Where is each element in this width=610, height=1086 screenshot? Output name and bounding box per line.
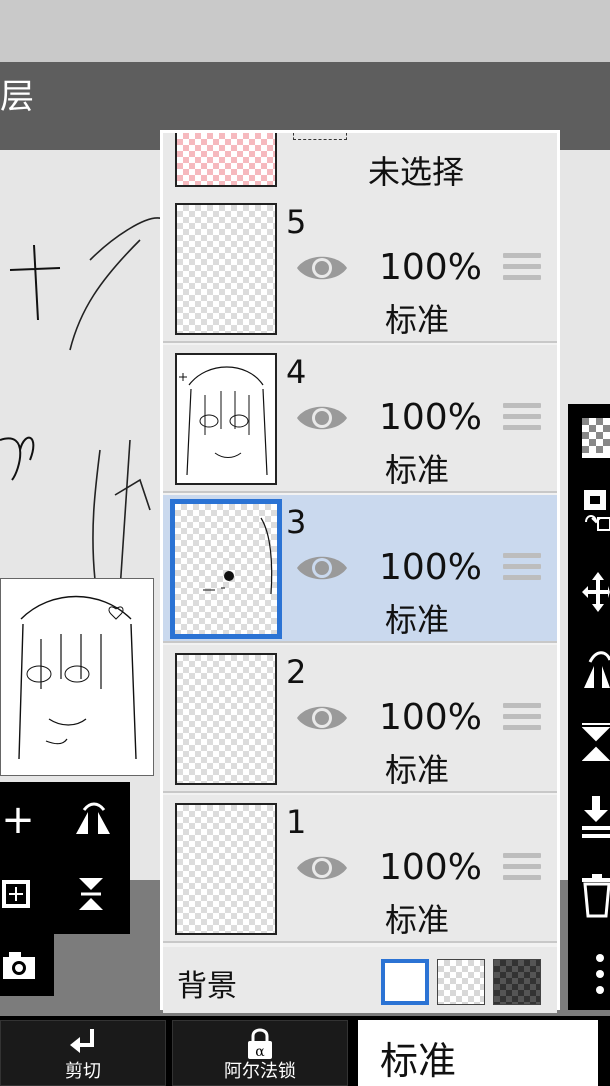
alpha-lock-label: 阿尔法锁 bbox=[224, 1061, 296, 1082]
layer-opacity[interactable]: 100% bbox=[379, 697, 482, 738]
layer-opacity[interactable]: 100% bbox=[379, 547, 482, 588]
layer-row-5[interactable]: 5 100% 标准 bbox=[163, 195, 557, 343]
layer-thumbnail bbox=[170, 499, 282, 639]
drag-handle-icon[interactable] bbox=[503, 553, 541, 585]
layer-number: 1 bbox=[286, 803, 307, 841]
blend-mode-selector[interactable]: 标准 bbox=[356, 1020, 598, 1086]
eye-icon[interactable] bbox=[295, 851, 349, 885]
status-bar bbox=[0, 0, 610, 62]
lock-icon: α bbox=[248, 1028, 272, 1060]
layer-row-1[interactable]: 1 100% 标准 bbox=[163, 795, 557, 943]
cut-arrow-icon bbox=[70, 1029, 94, 1053]
transparency-button[interactable] bbox=[582, 418, 610, 458]
blend-mode-value: 标准 bbox=[380, 1039, 457, 1083]
layer-thumbnail bbox=[175, 133, 277, 187]
layer-row-partial[interactable]: 未选择 bbox=[163, 133, 557, 197]
layer-thumbnail bbox=[175, 353, 277, 485]
move-arrows-icon bbox=[582, 572, 610, 612]
alpha-lock-button[interactable]: α 阿尔法锁 bbox=[172, 1020, 348, 1086]
more-vertical-icon bbox=[596, 954, 604, 994]
layer-move-icon bbox=[584, 490, 610, 531]
camera-button[interactable] bbox=[0, 946, 40, 986]
canvas-preview[interactable] bbox=[0, 578, 154, 776]
duplicate-layer-icon bbox=[2, 880, 30, 908]
drag-handle-icon[interactable] bbox=[503, 403, 541, 435]
drag-handle-icon[interactable] bbox=[503, 703, 541, 735]
background-transparent-swatch[interactable] bbox=[437, 959, 485, 1005]
layer-blend-mode: 标准 bbox=[385, 901, 450, 939]
flip-horizontal-icon bbox=[76, 802, 110, 834]
layer-opacity[interactable]: 100% bbox=[379, 847, 482, 888]
flip-vertical-button[interactable] bbox=[70, 874, 116, 914]
duplicate-layer-button[interactable] bbox=[0, 874, 36, 914]
merge-down-icon bbox=[582, 796, 610, 838]
background-white-swatch[interactable] bbox=[381, 959, 429, 1005]
layer-thumbnail bbox=[175, 803, 277, 935]
layer-thumbnail bbox=[175, 653, 277, 785]
selection-status: 未选择 bbox=[368, 153, 465, 191]
layer-number: 4 bbox=[286, 353, 307, 391]
move-button[interactable] bbox=[582, 570, 610, 614]
layer-blend-mode: 标准 bbox=[385, 601, 450, 639]
flip-vertical-icon bbox=[582, 723, 610, 761]
eye-icon[interactable] bbox=[295, 701, 349, 735]
drag-handle-icon[interactable] bbox=[503, 853, 541, 885]
flip-horizontal-icon bbox=[584, 651, 610, 688]
cut-button[interactable]: 剪切 bbox=[0, 1020, 166, 1086]
flip-vertical-icon bbox=[79, 878, 103, 910]
flip-v-side-button[interactable] bbox=[582, 720, 610, 766]
checker-icon bbox=[582, 418, 610, 458]
layer-4-sketch bbox=[179, 366, 268, 476]
layer-blend-mode: 标准 bbox=[385, 451, 450, 489]
layer-number: 3 bbox=[286, 503, 307, 541]
eye-icon[interactable] bbox=[295, 251, 349, 285]
delete-layer-button[interactable] bbox=[582, 872, 610, 918]
drag-handle-icon[interactable] bbox=[503, 253, 541, 285]
layer-blend-mode: 标准 bbox=[385, 751, 450, 789]
merge-down-button[interactable] bbox=[582, 794, 610, 840]
eye-icon[interactable] bbox=[295, 401, 349, 435]
layer-move-button[interactable] bbox=[582, 488, 610, 534]
background-dark-swatch[interactable] bbox=[493, 959, 541, 1005]
layer-row-3[interactable]: 3 100% 标准 bbox=[163, 495, 557, 643]
left-tool-panel: + bbox=[0, 782, 130, 934]
more-options-button[interactable] bbox=[590, 950, 610, 1000]
camera-panel bbox=[0, 934, 54, 996]
layer-number: 2 bbox=[286, 653, 307, 691]
layer-thumbnail bbox=[175, 203, 277, 335]
layer-row-4[interactable]: 4 100% 标准 bbox=[163, 345, 557, 493]
background-label: 背景 bbox=[177, 969, 237, 1004]
camera-icon bbox=[3, 952, 35, 979]
flip-h-side-button[interactable] bbox=[582, 644, 610, 694]
layer-blend-mode: 标准 bbox=[385, 301, 450, 339]
trash-icon bbox=[582, 874, 610, 918]
selection-icon bbox=[293, 133, 347, 140]
right-tool-panel bbox=[568, 404, 610, 1010]
background-row: 背景 bbox=[163, 947, 557, 1013]
layer-opacity[interactable]: 100% bbox=[379, 247, 482, 288]
add-layer-button[interactable]: + bbox=[0, 797, 36, 843]
page-title: 层 bbox=[0, 77, 34, 117]
flip-horizontal-button[interactable] bbox=[70, 800, 116, 840]
eye-icon[interactable] bbox=[295, 551, 349, 585]
preview-sketch bbox=[18, 595, 137, 760]
layer-opacity[interactable]: 100% bbox=[379, 397, 482, 438]
layer-number: 5 bbox=[286, 203, 307, 241]
layer-3-sketch bbox=[203, 517, 273, 595]
layer-row-2[interactable]: 2 100% 标准 bbox=[163, 645, 557, 793]
cut-label: 剪切 bbox=[65, 1061, 101, 1082]
layer-panel: 未选择 5 100% 标准 4 100% 标准 3 100% 标准 2 100%… bbox=[160, 130, 560, 1013]
